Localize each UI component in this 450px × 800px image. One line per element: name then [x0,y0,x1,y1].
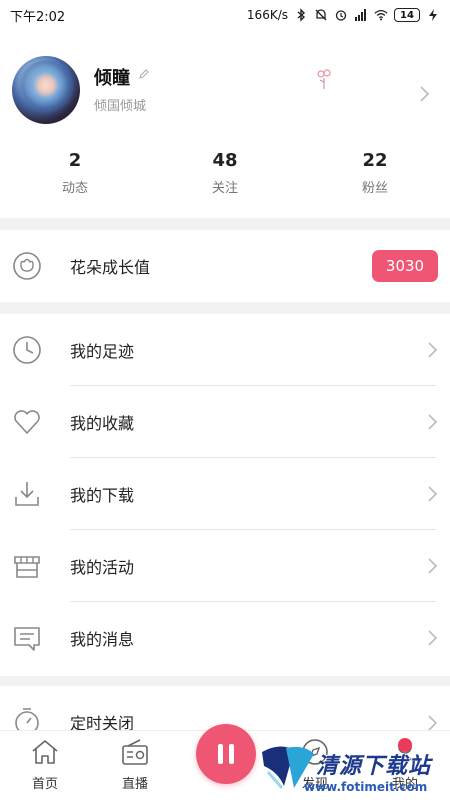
menu-item-label: 我的收藏 [70,414,135,433]
menu-item-downloads[interactable]: 我的下载 [0,458,450,530]
battery-indicator: 14 [394,8,420,22]
status-icons: 166K/s 14 [247,8,440,22]
user-name: 倾瞳 [94,68,130,89]
chevron-right-icon [428,558,438,574]
menu-item-messages[interactable]: 我的消息 [0,602,450,674]
menu-item-activities[interactable]: 我的活动 [0,530,450,602]
growth-value-row[interactable]: 花朵成长值 3030 [0,230,450,302]
mute-bell-icon [315,9,327,21]
pause-icon [229,744,234,764]
menu-item-footprint[interactable]: 我的足迹 [0,314,450,386]
growth-label: 花朵成长值 [70,258,151,277]
stat-value: 22 [362,150,388,171]
stat-following[interactable]: 48 关注 [150,150,300,196]
stat-label: 关注 [211,181,238,196]
stat-label: 粉丝 [361,181,388,196]
growth-value-badge: 3030 [372,250,438,282]
watermark: 清源下载站 www.fotimeit.com [256,740,450,800]
profile-stats: 2 动态 48 关注 22 粉丝 [0,150,450,196]
chevron-right-icon [428,342,438,358]
stat-value: 2 [68,150,82,171]
alarm-icon [335,10,347,21]
heart-icon [14,410,40,434]
flower-badge-icon [13,252,41,280]
stat-fans[interactable]: 22 粉丝 [300,150,450,196]
menu-item-label: 我的足迹 [70,342,135,361]
message-icon [14,627,40,651]
menu-item-label: 我的消息 [70,630,135,649]
home-icon [32,740,58,764]
watermark-title: 清源下载站 [316,754,432,779]
network-speed: 166K/s [246,8,288,22]
chevron-right-icon [428,630,438,646]
pause-icon [218,744,223,764]
status-time: 下午2:02 [10,9,66,25]
menu-item-favorites[interactable]: 我的收藏 [0,386,450,458]
watermark-url: www.fotimeit.com [304,780,428,794]
user-signature: 倾国倾城 [94,99,147,114]
menu-item-label: 我的下载 [70,486,135,505]
menu-list: 我的足迹 我的收藏 我的下载 我的活动 我的消息 [0,314,450,676]
edit-icon[interactable] [138,68,150,80]
store-icon [14,556,40,578]
menu-item-label: 我的活动 [70,558,135,577]
flower-icon [317,69,331,89]
pause-button[interactable] [196,724,256,784]
clock-icon [13,336,41,364]
download-icon [15,482,39,506]
chevron-right-icon [428,414,438,430]
chevron-right-icon[interactable] [418,85,430,103]
nav-home[interactable]: 首页 [10,737,80,792]
stat-posts[interactable]: 2 动态 [0,150,150,196]
avatar[interactable] [12,56,80,124]
nav-live[interactable]: 直播 [100,737,170,792]
signal-icon [355,9,366,21]
stat-label: 动态 [61,181,88,196]
chevron-right-icon [428,486,438,502]
radio-icon [122,739,148,765]
stat-value: 48 [212,150,238,171]
nav-label: 首页 [31,777,58,792]
nav-label: 直播 [121,777,148,792]
bluetooth-icon [297,8,306,22]
status-bar: 下午2:02 166K/s 14 [0,0,450,30]
wifi-icon [374,9,388,21]
profile-card[interactable]: 倾瞳 倾国倾城 2 动态 48 关注 22 粉丝 [0,30,450,218]
charging-icon [429,9,437,21]
